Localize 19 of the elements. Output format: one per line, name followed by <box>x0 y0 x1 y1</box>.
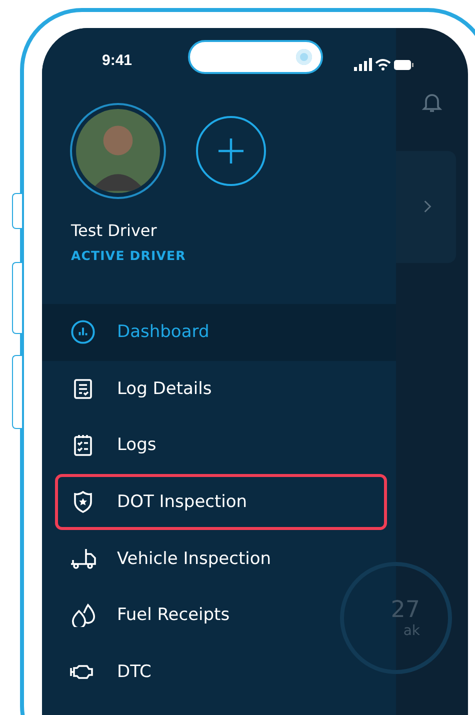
driver-status: ACTIVE DRIVER <box>71 248 187 263</box>
menu-item[interactable]: DTC <box>42 644 396 700</box>
camera-icon <box>296 49 312 65</box>
driver-name: Test Driver <box>71 221 158 240</box>
drops-icon <box>69 603 97 628</box>
chart-icon <box>70 319 96 346</box>
truck-icon <box>69 546 97 571</box>
menu-item[interactable]: Log Details <box>42 360 396 418</box>
menu-item[interactable]: Vehicle Inspection <box>42 530 396 587</box>
chevron-right-icon <box>423 199 432 214</box>
status-time: 9:41 <box>102 52 132 68</box>
menu-item[interactable]: Dashboard <box>42 304 396 361</box>
checklist-icon <box>71 433 95 458</box>
menu-item[interactable]: Logs <box>42 417 396 474</box>
menu-item[interactable]: DOT Inspection <box>42 474 396 530</box>
add-driver-button[interactable] <box>196 116 266 186</box>
plus-icon <box>216 136 246 166</box>
shield-icon <box>71 490 95 514</box>
document-icon <box>71 376 95 401</box>
